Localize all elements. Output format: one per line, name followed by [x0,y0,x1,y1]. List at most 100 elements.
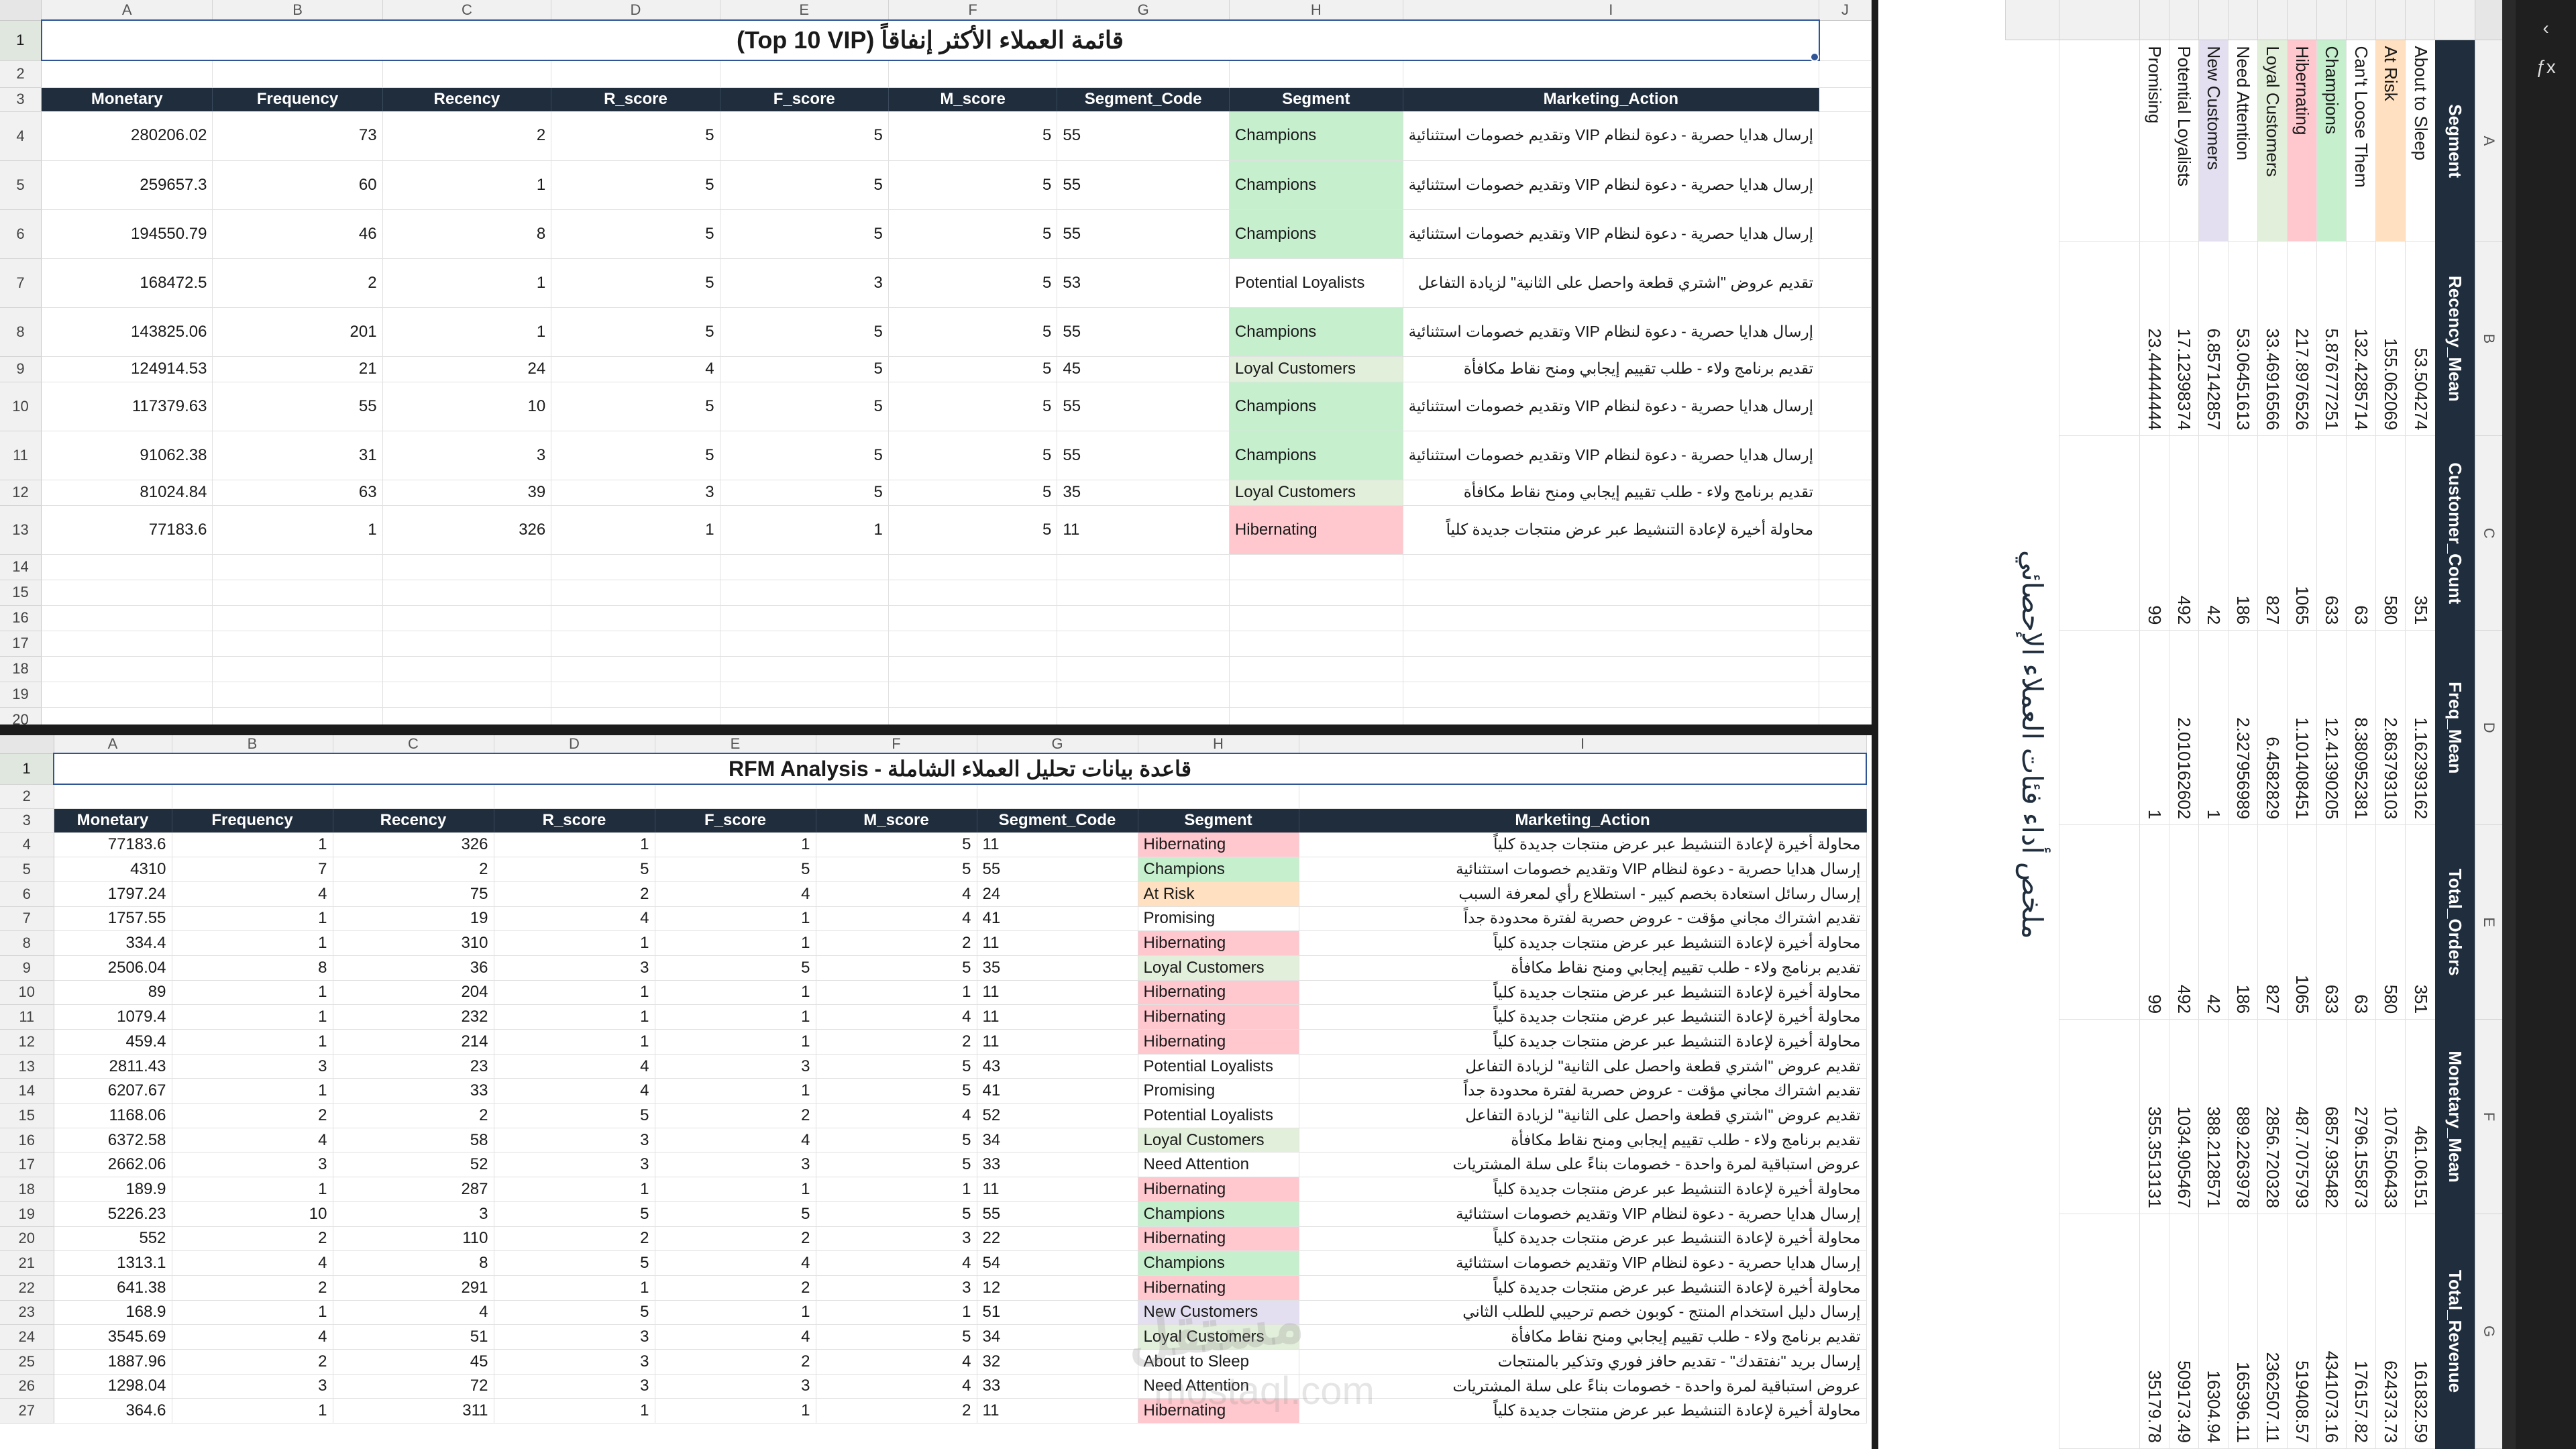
summary-total-revenue-cell[interactable]: 176157.82 [2347,1214,2376,1449]
segment-code-cell[interactable]: 32 [977,1349,1138,1375]
recency-cell[interactable]: 1 [382,160,552,210]
f-score-cell[interactable]: 1 [655,1300,816,1326]
f-score-cell[interactable]: 1 [655,1177,816,1202]
f-score-cell[interactable]: 5 [655,857,816,882]
recency-cell[interactable]: 19 [333,906,494,932]
r-score-cell[interactable]: 5 [551,307,720,357]
summary-recency-mean-cell[interactable]: 5.876777251 [2317,241,2347,436]
monetary-cell[interactable]: 6207.67 [54,1078,172,1104]
recency-cell[interactable]: 326 [382,505,552,555]
frequency-cell[interactable]: 1 [172,980,333,1006]
marketing-action-cell[interactable]: إرسال هدايا حصرية - دعوة لنظام VIP وتقدي… [1403,307,1820,357]
row-header[interactable] [2006,0,2059,40]
segment-cell[interactable]: Hibernating [1138,833,1299,858]
summary-recency-mean-cell[interactable]: 53.504274 [2406,241,2435,436]
marketing-action-cell[interactable]: إرسال هدايا حصرية - دعوة لنظام VIP وتقدي… [1299,857,1867,882]
recency-cell[interactable]: 326 [333,833,494,858]
cell[interactable] [1819,554,1872,580]
f-score-cell[interactable]: 1 [655,1004,816,1030]
recency-cell[interactable]: 287 [333,1177,494,1202]
recency-cell[interactable]: 24 [382,356,552,382]
segment-code-cell[interactable]: 33 [977,1374,1138,1399]
r-score-cell[interactable]: 4 [494,1054,655,1079]
summary-freq-mean-cell[interactable]: 12.41390205 [2317,630,2347,825]
column-header-b[interactable]: B [172,735,333,754]
row-header[interactable]: 1 [0,20,42,61]
summary-total-orders-cell[interactable]: 633 [2317,824,2347,1020]
segment-code-cell[interactable]: 41 [977,1078,1138,1104]
row-header[interactable] [2376,0,2406,40]
cell[interactable] [41,682,213,708]
recency-cell[interactable]: 58 [333,1128,494,1153]
summary-customer-count-cell[interactable]: 351 [2406,435,2435,631]
vip-header-recency[interactable]: Recency [382,87,552,111]
segment-cell[interactable]: Champions [1229,307,1403,357]
r-score-cell[interactable]: 5 [494,1300,655,1326]
row-header[interactable] [2288,0,2317,40]
summary-header-customer-count[interactable]: Customer_Count [2435,435,2475,631]
row-header[interactable]: 19 [0,1201,54,1227]
row-header[interactable]: 27 [0,1398,54,1424]
r-score-cell[interactable]: 1 [494,1004,655,1030]
segment-cell[interactable]: Champions [1229,160,1403,210]
r-score-cell[interactable]: 1 [551,505,720,555]
cell[interactable] [2059,1019,2140,1214]
r-score-cell[interactable]: 5 [494,1103,655,1128]
summary-total-orders-cell[interactable]: 186 [2229,824,2258,1020]
cell[interactable] [1057,707,1230,724]
row-header[interactable]: 7 [0,258,42,308]
column-header-b[interactable]: B [212,0,383,21]
cell[interactable] [212,707,383,724]
frequency-cell[interactable]: 1 [172,1177,333,1202]
cell[interactable] [1819,60,1872,88]
m-score-cell[interactable]: 3 [816,1275,977,1301]
recency-cell[interactable]: 4 [333,1300,494,1326]
frequency-cell[interactable]: 1 [172,906,333,932]
column-header-h[interactable]: H [1138,735,1299,754]
segment-cell[interactable]: Champions [1229,431,1403,480]
monetary-cell[interactable]: 194550.79 [41,209,213,259]
summary-total-revenue-cell[interactable]: 165396.11 [2229,1214,2258,1449]
row-header[interactable] [2140,0,2169,40]
cell[interactable] [1299,784,1867,809]
m-score-cell[interactable]: 4 [816,1374,977,1399]
segment-cell[interactable]: Hibernating [1138,1004,1299,1030]
fx-icon[interactable]: ƒx [2516,56,2576,78]
frequency-cell[interactable]: 1 [172,1029,333,1055]
m-score-cell[interactable]: 4 [816,1250,977,1276]
segment-code-cell[interactable]: 11 [977,1004,1138,1030]
cell[interactable] [1819,160,1872,210]
recency-cell[interactable]: 291 [333,1275,494,1301]
marketing-action-cell[interactable]: محاولة أخيرة لإعادة التنشيط عبر عرض منتج… [1299,1004,1867,1030]
marketing-action-cell[interactable]: تقديم برنامج ولاء - طلب تقييم إيجابي ومن… [1299,1128,1867,1153]
summary-monetary-mean-cell[interactable]: 461.06151 [2406,1019,2435,1214]
m-score-cell[interactable]: 3 [816,1226,977,1252]
summary-header-freq-mean[interactable]: Freq_Mean [2435,630,2475,825]
cell[interactable] [720,60,889,88]
f-score-cell[interactable]: 3 [720,258,889,308]
r-score-cell[interactable]: 1 [494,1029,655,1055]
m-score-cell[interactable]: 4 [816,881,977,907]
marketing-action-cell[interactable]: محاولة أخيرة لإعادة التنشيط عبر عرض منتج… [1403,505,1820,555]
row-header[interactable] [2258,0,2288,40]
marketing-action-cell[interactable]: إرسال هدايا حصرية - دعوة لنظام VIP وتقدي… [1299,1250,1867,1276]
frequency-cell[interactable]: 60 [212,160,383,210]
cell[interactable] [720,580,889,606]
recency-cell[interactable]: 1 [382,307,552,357]
frequency-cell[interactable]: 3 [172,1054,333,1079]
summary-segment-cell[interactable]: Promising [2140,40,2169,241]
cell[interactable] [1403,554,1820,580]
cell[interactable] [333,784,494,809]
summary-total-revenue-cell[interactable]: 16304.94 [2199,1214,2229,1449]
segment-cell[interactable]: Hibernating [1138,1275,1299,1301]
segment-cell[interactable]: Hibernating [1138,1398,1299,1424]
segment-code-cell[interactable]: 55 [977,857,1138,882]
cell[interactable] [1819,382,1872,431]
monetary-cell[interactable]: 1298.04 [54,1374,172,1399]
row-header[interactable] [2317,0,2347,40]
recency-cell[interactable]: 2 [333,857,494,882]
frequency-cell[interactable]: 73 [212,111,383,161]
row-header[interactable] [2347,0,2376,40]
summary-customer-count-cell[interactable]: 186 [2229,435,2258,631]
cell[interactable] [41,580,213,606]
